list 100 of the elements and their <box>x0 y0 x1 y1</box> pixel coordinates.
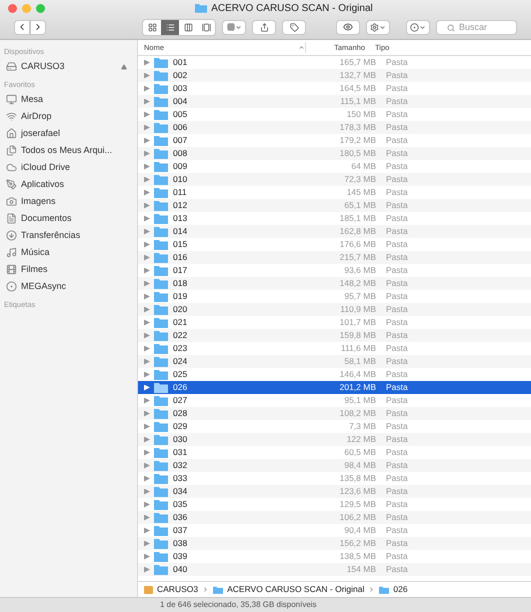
file-size: 64 MB <box>350 160 376 173</box>
path-item[interactable]: CARUSO3 <box>157 583 198 596</box>
file-kind: Pasta <box>385 108 408 121</box>
file-kind: Pasta <box>385 472 408 485</box>
quick-look-button[interactable] <box>336 20 360 34</box>
table-row[interactable]: 028 108,2 MB Pasta <box>138 407 531 420</box>
table-row[interactable]: 036 106,2 MB Pasta <box>138 511 531 524</box>
sort-icon <box>298 44 305 51</box>
file-size: 178,3 MB <box>338 121 376 134</box>
table-row[interactable]: 004 115,1 MB Pasta <box>138 95 531 108</box>
file-size: 179,2 MB <box>338 134 376 147</box>
file-kind: Pasta <box>385 511 408 524</box>
file-kind: Pasta <box>385 329 408 342</box>
close-button[interactable] <box>8 4 17 12</box>
caret-icon <box>379 24 386 30</box>
sidebar-item[interactable]: Documentos <box>0 210 137 227</box>
file-kind: Pasta <box>385 394 408 407</box>
file-size: 150 MB <box>346 108 376 121</box>
file-size: 185,1 MB <box>338 212 376 225</box>
cloud-icon <box>6 162 17 173</box>
file-size: 115,1 MB <box>339 95 376 108</box>
desktop-icon <box>6 94 17 105</box>
sidebar-item[interactable]: Mesa <box>0 91 137 108</box>
table-row[interactable]: 040 154 MB Pasta <box>138 563 531 576</box>
file-kind: Pasta <box>385 56 408 69</box>
table-row[interactable]: 012 65,1 MB Pasta <box>138 199 531 212</box>
circle-icon <box>6 281 17 292</box>
status-text: 1 de 646 selecionado, 35,38 GB disponíveis <box>160 599 317 611</box>
forward-button[interactable] <box>30 20 46 34</box>
arrange-button[interactable] <box>222 20 246 34</box>
file-kind: Pasta <box>385 537 408 550</box>
sidebar-item[interactable]: Todos os Meus Arqui... <box>0 142 137 159</box>
file-kind: Pasta <box>385 420 408 433</box>
list-icon <box>166 22 174 32</box>
table-row[interactable]: 006 178,3 MB Pasta <box>138 121 531 134</box>
file-name: 013 <box>172 212 188 225</box>
sidebar-item[interactable]: iCloud Drive <box>0 159 137 176</box>
sidebar-item[interactable]: Música <box>0 244 137 261</box>
file-kind: Pasta <box>385 355 408 368</box>
table-row[interactable]: 020 110,9 MB Pasta <box>138 303 531 316</box>
zoom-button[interactable] <box>36 4 45 12</box>
sidebar-item[interactable]: Aplicativos <box>0 176 137 193</box>
file-name: 008 <box>172 147 188 160</box>
share-button[interactable] <box>252 20 276 34</box>
table-row[interactable]: 038 156,2 MB Pasta <box>138 537 531 550</box>
table-row[interactable]: 026 201,2 MB Pasta <box>138 381 531 394</box>
circle-icon <box>410 22 419 32</box>
table-row[interactable]: 030 122 MB Pasta <box>138 433 531 446</box>
eject-icon[interactable] <box>121 64 127 70</box>
table-row[interactable]: 022 159,8 MB Pasta <box>138 329 531 342</box>
file-name: 012 <box>172 199 188 212</box>
view-button[interactable] <box>179 20 197 34</box>
file-kind: Pasta <box>385 160 408 173</box>
file-kind: Pasta <box>385 316 408 329</box>
path-item[interactable]: ACERVO CARUSO SCAN - Original <box>227 583 364 596</box>
path-item[interactable]: 026 <box>393 583 408 596</box>
file-name: 011 <box>172 186 188 199</box>
table-row[interactable]: 032 98,4 MB Pasta <box>138 459 531 472</box>
search-field[interactable]: Buscar <box>436 20 517 34</box>
file-size: 145 MB <box>346 186 376 199</box>
table-row[interactable]: 016 215,7 MB Pasta <box>138 251 531 264</box>
sidebar-item[interactable]: MEGAsync <box>0 278 137 295</box>
view-button[interactable] <box>161 20 179 34</box>
caret-icon <box>419 24 426 30</box>
file-kind: Pasta <box>385 524 408 537</box>
tag-button[interactable] <box>282 20 306 34</box>
back-button[interactable] <box>14 20 30 34</box>
megasync-button[interactable] <box>406 20 430 34</box>
file-name: 023 <box>172 342 188 355</box>
file-name: 035 <box>172 498 188 511</box>
sidebar-item[interactable]: joserafael <box>0 125 137 142</box>
action-button[interactable] <box>366 20 390 34</box>
file-size: 176,6 MB <box>338 238 376 251</box>
table-row[interactable]: 002 132,7 MB Pasta <box>138 69 531 82</box>
file-name: 029 <box>172 420 188 433</box>
sidebar-item[interactable]: AirDrop <box>0 108 137 125</box>
table-row[interactable]: 024 58,1 MB Pasta <box>138 355 531 368</box>
caret-icon <box>234 24 242 30</box>
sidebar-item[interactable]: Imagens <box>0 193 137 210</box>
table-row[interactable]: 034 123,6 MB Pasta <box>138 485 531 498</box>
file-name: 021 <box>172 316 188 329</box>
table-row[interactable]: 008 180,5 MB Pasta <box>138 147 531 160</box>
file-size: 180,5 MB <box>338 147 376 160</box>
table-row[interactable]: 010 72,3 MB Pasta <box>138 173 531 186</box>
file-size: 154 MB <box>346 563 376 576</box>
sidebar-item[interactable]: Filmes <box>0 261 137 278</box>
file-size: 148,2 MB <box>338 277 376 290</box>
table-row[interactable]: 014 162,8 MB Pasta <box>138 225 531 238</box>
sidebar-item[interactable]: CARUSO3 <box>0 58 137 75</box>
view-button[interactable] <box>197 20 215 34</box>
gear-icon <box>370 22 379 32</box>
table-row[interactable]: 018 148,2 MB Pasta <box>138 277 531 290</box>
file-size: 60,5 MB <box>343 446 376 459</box>
file-kind: Pasta <box>385 225 408 238</box>
view-button[interactable] <box>143 20 161 34</box>
file-size: 72,3 MB <box>343 173 376 186</box>
sidebar-item[interactable]: Transferências <box>0 227 137 244</box>
document-icon <box>6 213 17 224</box>
file-kind: Pasta <box>385 550 408 563</box>
file-size: 93,6 MB <box>343 264 376 277</box>
